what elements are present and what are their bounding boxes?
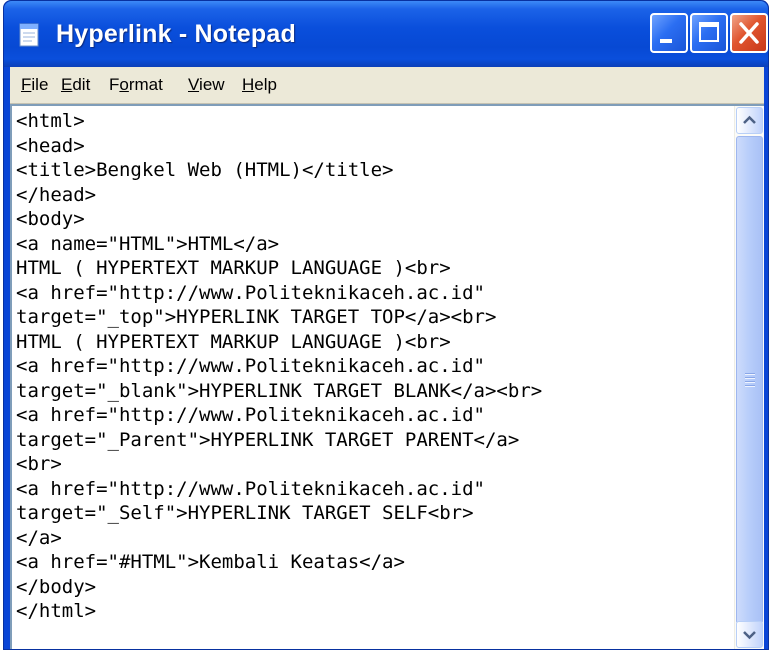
notepad-window: Hyperlink - Notepad File Edit Format Vie… <box>3 0 769 650</box>
scroll-down-arrow-icon <box>743 631 756 640</box>
code-line: </head> <box>16 183 97 206</box>
maximize-icon <box>699 22 719 42</box>
code-line: <a href="http://www.Politeknikaceh.ac.id… <box>16 404 485 426</box>
menu-view-label: iew <box>199 75 225 94</box>
menu-file[interactable]: File <box>21 75 48 95</box>
menu-file-mnemonic: F <box>21 75 32 94</box>
code-line: target="_blank">HYPERLINK TARGET BLANK</… <box>16 379 543 402</box>
menu-help[interactable]: Help <box>242 75 277 95</box>
menu-format[interactable]: Format <box>109 75 163 95</box>
menu-edit[interactable]: Edit <box>61 75 90 95</box>
menu-help-label: elp <box>254 75 277 94</box>
close-button[interactable] <box>730 13 768 53</box>
code-line: HTML ( HYPERTEXT MARKUP LANGUAGE )<br> <box>16 257 451 279</box>
code-line: <title>Bengkel Web (HTML)</title> <box>16 159 394 181</box>
code-line: <head> <box>16 134 85 157</box>
scroll-up-arrow-icon <box>743 115 756 124</box>
code-line: target="_Self">HYPERLINK TARGET SELF<br> <box>16 502 474 524</box>
code-line: target="_Parent">HYPERLINK TARGET PARENT… <box>16 428 520 451</box>
editor-text-area[interactable]: <html> <head> <title>Bengkel Web (HTML)</t… <box>16 109 732 649</box>
menu-format-label: rmat <box>128 75 163 94</box>
scrollbar-thumb[interactable] <box>736 136 763 624</box>
scroll-down-button[interactable] <box>736 621 763 648</box>
code-line: <a href="http://www.Politeknikaceh.ac.id… <box>16 355 485 377</box>
code-line: <br> <box>16 453 62 475</box>
client-area: File Edit Format View Help <html> <head> <… <box>10 67 764 649</box>
vertical-scrollbar[interactable] <box>734 106 764 649</box>
scrollbar-grip <box>745 373 755 389</box>
code-line: <a href="http://www.Politeknikaceh.ac.id… <box>16 477 485 500</box>
menu-format-prefix: F <box>109 75 120 94</box>
code-line: HTML ( HYPERTEXT MARKUP LANGUAGE )<br> <box>16 330 451 353</box>
menu-file-label: ile <box>31 75 49 94</box>
menu-edit-label: dit <box>72 75 91 94</box>
close-icon <box>739 22 759 44</box>
code-line: target="_top">HYPERLINK TARGET TOP</a><b… <box>16 306 497 328</box>
code-line: <body> <box>16 208 85 230</box>
minimize-icon <box>660 39 672 43</box>
code-line: <a href="http://www.Politeknikaceh.ac.id… <box>16 281 485 304</box>
menu-edit-mnemonic: E <box>61 75 73 94</box>
menu-view-mnemonic: V <box>188 75 200 94</box>
menu-view[interactable]: View <box>188 75 225 95</box>
menu-format-mnemonic: o <box>119 75 129 94</box>
menu-help-mnemonic: H <box>242 75 255 94</box>
text-editor[interactable]: <html> <head> <title>Bengkel Web (HTML)</t… <box>10 104 764 649</box>
scroll-up-button[interactable] <box>736 107 763 134</box>
menu-bar: File Edit Format View Help <box>10 67 764 104</box>
maximize-button[interactable] <box>690 13 728 53</box>
title-bar[interactable]: Hyperlink - Notepad <box>4 1 768 67</box>
code-line: </body> <box>16 575 97 598</box>
minimize-button[interactable] <box>650 13 688 53</box>
notepad-icon[interactable] <box>17 22 41 48</box>
code-line: </a> <box>16 526 62 549</box>
code-line: </html> <box>16 600 97 622</box>
code-line: <html> <box>16 110 85 132</box>
window-title: Hyperlink - Notepad <box>56 20 296 48</box>
code-line: <a name="HTML">HTML</a> <box>16 232 280 255</box>
code-line: <a href="#HTML">Kembali Keatas</a> <box>16 551 405 573</box>
